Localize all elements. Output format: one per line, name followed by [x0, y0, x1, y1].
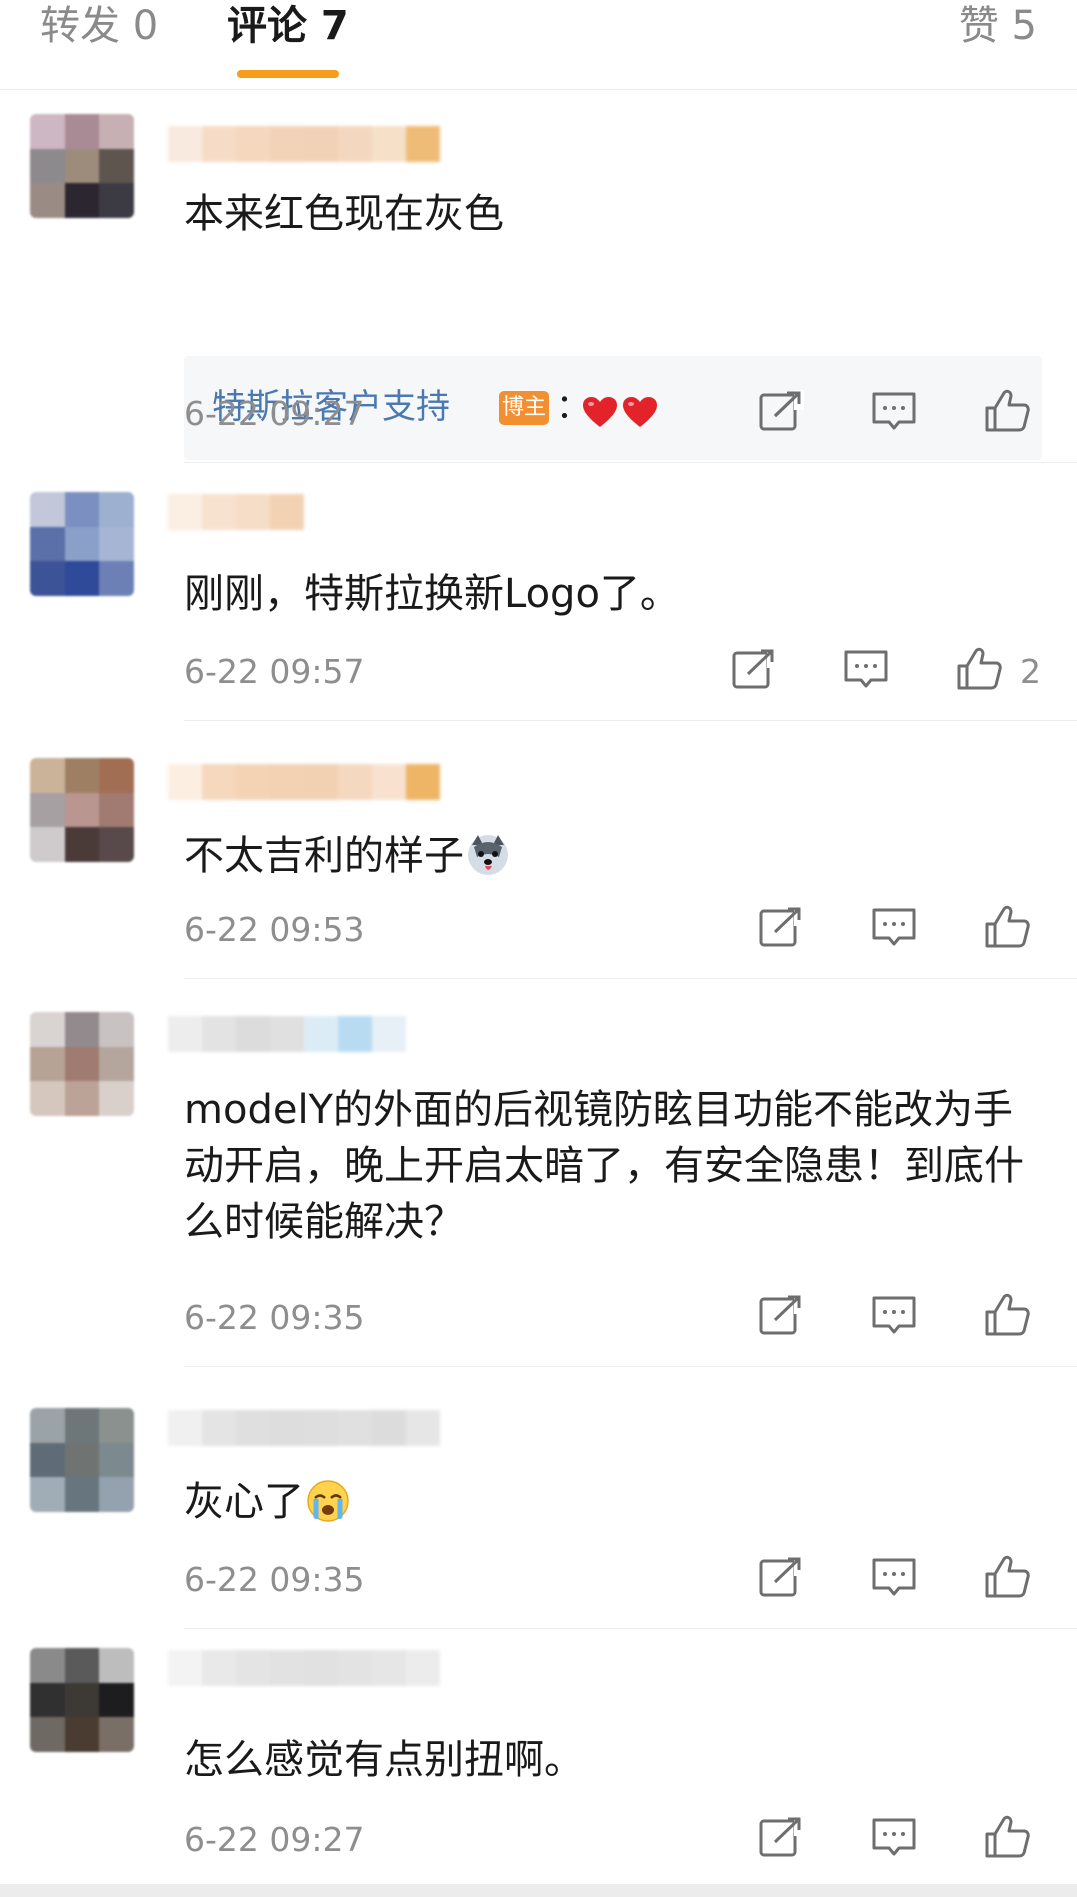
comment-text: 怎么感觉有点别扭啊。	[184, 1737, 584, 1783]
comment-time: 6-22 09:53	[184, 910, 365, 949]
avatar[interactable]	[30, 114, 134, 218]
share-icon[interactable]	[758, 1816, 804, 1860]
thumbs-up-icon[interactable]	[984, 905, 1030, 949]
share-icon[interactable]	[758, 1294, 804, 1338]
username-blurred[interactable]	[168, 126, 440, 162]
share-icon[interactable]	[758, 390, 804, 434]
comment-text: 刚刚，特斯拉换新Logo了。	[184, 571, 680, 617]
comment-item: modelY的外面的后视镜防眩目功能不能改为手动开启，晚上开启太暗了，有安全隐患…	[0, 996, 1077, 1364]
divider	[184, 978, 1077, 979]
avatar[interactable]	[30, 492, 134, 596]
avatar[interactable]	[30, 1408, 134, 1512]
thumbs-up-icon[interactable]	[956, 647, 1002, 691]
divider	[184, 720, 1077, 721]
comment-item: 刚刚，特斯拉换新Logo了。 6-22 09:57 2	[0, 480, 1077, 720]
comment-text: modelY的外面的后视镜防眩目功能不能改为手动开启，晚上开启太暗了，有安全隐患…	[184, 1087, 1024, 1245]
heart-emoji	[623, 397, 657, 427]
thumbs-up-icon[interactable]	[984, 389, 1030, 433]
comment-time: 6-22 09:27	[184, 1820, 365, 1859]
comment-time: 6-22 09:27	[184, 394, 365, 433]
comment-text-body: 不太吉利的样子	[184, 833, 464, 879]
thumbs-up-icon[interactable]	[984, 1293, 1030, 1337]
comment-icon[interactable]	[871, 1294, 917, 1338]
comment-text: 灰心了	[184, 1474, 1044, 1530]
husky-emoji	[468, 835, 508, 875]
username-blurred[interactable]	[168, 764, 440, 800]
comment-page: 转发 0 评论 7 赞 5 本来红色现在灰色 特斯拉客户支持 博主 ： 6-22…	[0, 0, 1077, 1897]
divider	[184, 1628, 1077, 1629]
thumbs-up-icon[interactable]	[984, 1815, 1030, 1859]
comment-text-body: 灰心了	[184, 1479, 304, 1525]
bottom-separator	[0, 1884, 1077, 1897]
comment-icon[interactable]	[871, 1816, 917, 1860]
comment-icon[interactable]	[871, 1556, 917, 1600]
avatar[interactable]	[30, 758, 134, 862]
username-blurred[interactable]	[168, 1016, 406, 1052]
comment-item: 灰心了 6-22 09:35	[0, 1384, 1077, 1628]
comment-icon[interactable]	[843, 648, 889, 692]
like-count: 2	[1020, 652, 1041, 691]
divider	[184, 1366, 1077, 1367]
tab-like[interactable]: 赞 5	[959, 0, 1037, 52]
username-blurred[interactable]	[168, 494, 304, 530]
comment-item: 本来红色现在灰色 特斯拉客户支持 博主 ： 6-22 09:27	[0, 100, 1077, 462]
username-blurred[interactable]	[168, 1650, 440, 1686]
avatar[interactable]	[30, 1648, 134, 1752]
avatar[interactable]	[30, 1012, 134, 1116]
comment-item: 怎么感觉有点别扭啊。 6-22 09:27	[0, 1646, 1077, 1884]
comment-time: 6-22 09:57	[184, 652, 365, 691]
share-icon[interactable]	[758, 1556, 804, 1600]
share-icon[interactable]	[731, 648, 777, 692]
heart-emoji	[583, 397, 617, 427]
author-badge: 博主	[499, 391, 549, 425]
comment-icon[interactable]	[871, 390, 917, 434]
comment-text: 本来红色现在灰色	[184, 191, 504, 237]
comment-text: 不太吉利的样子	[184, 828, 1044, 884]
comment-time: 6-22 09:35	[184, 1560, 365, 1599]
share-icon[interactable]	[758, 906, 804, 950]
crying-emoji	[307, 1480, 349, 1522]
comment-time: 6-22 09:35	[184, 1298, 365, 1337]
tab-comment[interactable]: 评论 7	[227, 0, 349, 52]
tab-forward[interactable]: 转发 0	[40, 0, 158, 52]
active-tab-indicator	[237, 70, 339, 78]
divider	[184, 462, 1077, 463]
thumbs-up-icon[interactable]	[984, 1555, 1030, 1599]
comment-icon[interactable]	[871, 906, 917, 950]
username-blurred[interactable]	[168, 1410, 440, 1446]
comment-item: 不太吉利的样子 6-22 09:53	[0, 738, 1077, 978]
tab-bar: 转发 0 评论 7 赞 5	[0, 0, 1077, 90]
